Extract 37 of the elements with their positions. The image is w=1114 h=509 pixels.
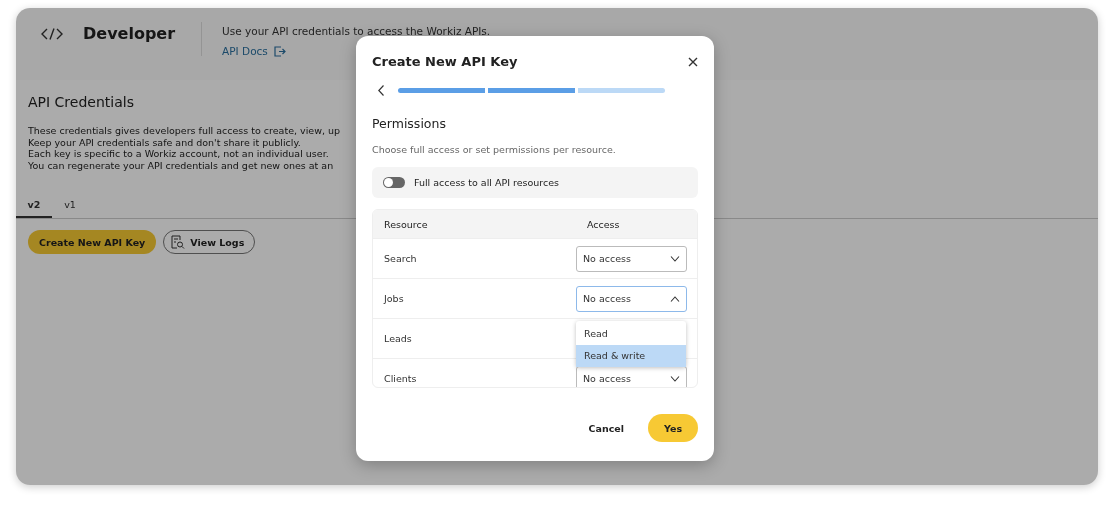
access-option[interactable]: Read & write bbox=[576, 345, 686, 367]
toggle-switch[interactable] bbox=[383, 177, 405, 188]
version-tab[interactable]: v1 bbox=[52, 193, 88, 218]
access-select[interactable]: No access bbox=[576, 245, 687, 272]
section-heading: Permissions bbox=[372, 116, 447, 131]
create-key-button[interactable]: Create New API Key bbox=[28, 230, 157, 254]
column-header: Resource bbox=[384, 218, 429, 230]
external-link-icon bbox=[273, 45, 286, 57]
resource-name: Jobs bbox=[384, 293, 405, 304]
dialog-title: Create New API Key bbox=[372, 54, 518, 69]
yes-button[interactable]: Yes bbox=[648, 414, 698, 442]
access-option[interactable]: Read bbox=[576, 323, 686, 345]
resource-name: Clients bbox=[384, 373, 418, 384]
view-logs-button[interactable]: View Logs bbox=[163, 230, 256, 254]
resource-name: Search bbox=[384, 253, 418, 264]
description-line: These credentials gives developers full access to create, view, up bbox=[28, 125, 341, 137]
chevron-up-icon bbox=[670, 295, 680, 302]
document-search-icon bbox=[171, 235, 186, 249]
toggle-label: Full access to all API resources bbox=[414, 177, 560, 188]
chevron-down-icon bbox=[670, 255, 680, 262]
description-line: Keep your API credentials safe and don't share it publicly. bbox=[28, 136, 302, 148]
page-title: Developer bbox=[83, 24, 176, 43]
version-tab[interactable]: v2 bbox=[16, 193, 52, 218]
section-subtitle: Choose full access or set permissions per resource. bbox=[372, 144, 617, 155]
code-icon bbox=[41, 28, 63, 40]
cancel-button[interactable]: Cancel bbox=[582, 418, 630, 438]
description-line: Each key is specific to a Workiz account, not an individual user. bbox=[28, 148, 330, 160]
resource-name: Leads bbox=[384, 333, 413, 344]
page-description: Use your API credentials to access the Workiz APIs. bbox=[222, 25, 491, 37]
api-docs-link[interactable]: API Docs bbox=[222, 45, 491, 57]
chevron-down-icon bbox=[670, 375, 680, 382]
column-header: Access bbox=[587, 218, 621, 230]
section-title: API Credentials bbox=[28, 94, 135, 110]
close-icon[interactable] bbox=[688, 56, 698, 67]
access-select[interactable]: No access bbox=[576, 285, 687, 312]
description-line: You can regenerate your API credentials and get new ones at an bbox=[28, 159, 335, 171]
back-icon[interactable] bbox=[378, 85, 384, 96]
